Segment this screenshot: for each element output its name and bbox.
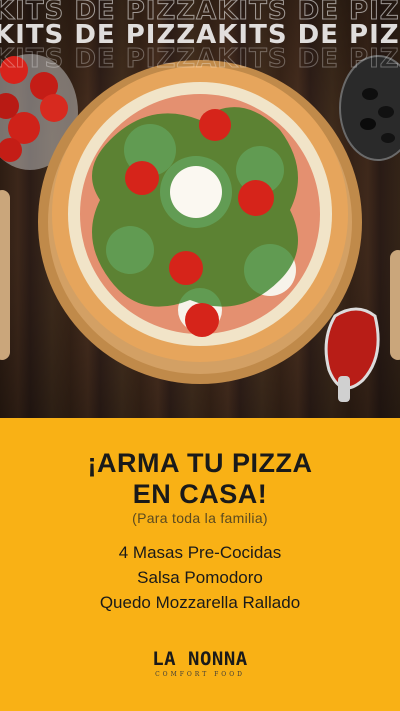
- headline-line-1: ¡ARMA TU PIZZA: [87, 448, 313, 478]
- kit-item: Salsa Pomodoro: [137, 568, 263, 587]
- pizza-photo: KITS DE PIZZAKITS DE PIZZA KITS DE PIZZA…: [0, 0, 400, 418]
- headline: ¡ARMA TU PIZZA EN CASA!: [0, 448, 400, 510]
- brand-tagline: COMFORT FOOD: [155, 671, 245, 678]
- kit-items-list: 4 Masas Pre-Cocidas Salsa Pomodoro Quedo…: [0, 540, 400, 615]
- pizza: [52, 66, 348, 362]
- promo-panel: ¡ARMA TU PIZZA EN CASA! (Para toda la fa…: [0, 418, 400, 711]
- brand-logo: LA NONNA COMFORT FOOD: [0, 648, 400, 678]
- sauce-boat: [324, 307, 380, 402]
- brand-name: LA NONNA: [152, 648, 248, 670]
- kit-item: Quedo Mozzarella Rallado: [99, 593, 301, 612]
- wooden-utensil-right: [390, 250, 400, 360]
- watermark-line-3: KITS DE PIZZAKITS DE PIZZA: [0, 44, 400, 75]
- wooden-utensil-left: [0, 190, 10, 360]
- kit-item: 4 Masas Pre-Cocidas: [118, 543, 282, 562]
- subtitle: (Para toda la familia): [132, 510, 268, 526]
- headline-line-2: EN CASA!: [132, 479, 268, 509]
